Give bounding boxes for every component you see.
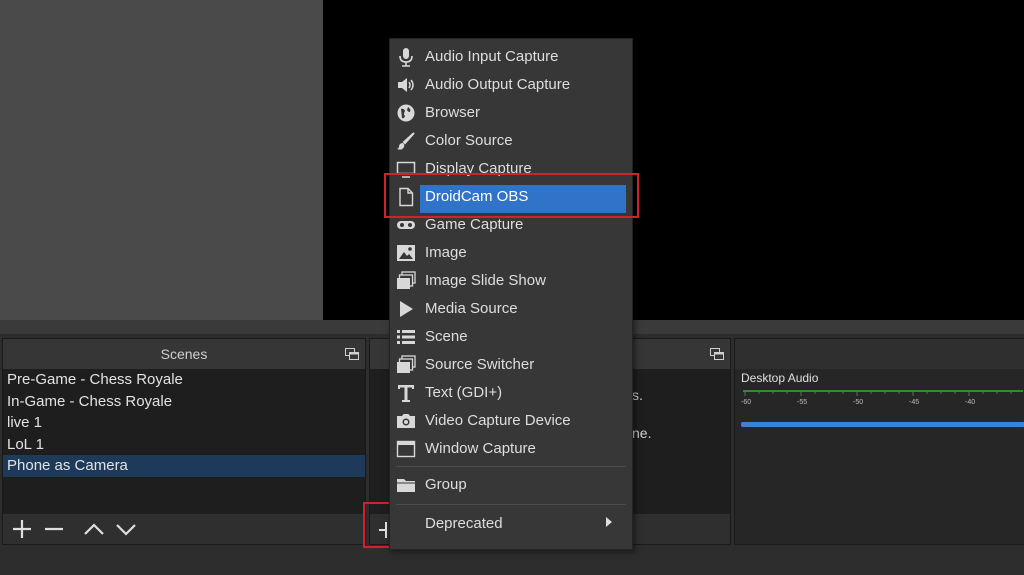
menu-item-color-source[interactable]: Color Source	[390, 127, 632, 155]
list-icon	[396, 327, 416, 347]
menu-item-label: Video Capture Device	[425, 412, 571, 429]
sources-hint-text: s.	[632, 387, 643, 403]
move-scene-up-button[interactable]	[83, 518, 105, 540]
meter-tick-label: -55	[797, 399, 808, 406]
scenes-title: Scenes	[160, 346, 208, 362]
meter-ticks	[744, 391, 1012, 396]
plus-icon	[13, 520, 31, 538]
folder-icon	[396, 475, 416, 495]
menu-item-label: Image	[425, 244, 467, 261]
camera-icon	[396, 411, 416, 431]
scenes-list[interactable]: Pre-Game - Chess Royale In-Game - Chess …	[3, 369, 365, 514]
menu-item-group[interactable]: Group	[390, 471, 632, 499]
menu-separator	[396, 504, 626, 505]
scenes-toolbar	[3, 514, 365, 544]
menu-item-label: Image Slide Show	[425, 272, 546, 289]
menu-item-audio-input-capture[interactable]: Audio Input Capture	[390, 43, 632, 71]
left-panel-area	[0, 0, 323, 320]
move-scene-down-button[interactable]	[115, 518, 137, 540]
meter-tick-label: -50	[853, 399, 864, 406]
scene-item[interactable]: In-Game - Chess Royale	[3, 391, 365, 413]
scene-item-selected[interactable]: Phone as Camera	[3, 455, 365, 477]
undock-icon[interactable]	[710, 348, 724, 360]
audio-mixer-header	[735, 339, 1024, 369]
menu-item-label: Window Capture	[425, 440, 536, 457]
scene-item[interactable]: Pre-Game - Chess Royale	[3, 369, 365, 391]
sources-hint-text: ne.	[632, 425, 652, 441]
paintbrush-icon	[396, 131, 416, 151]
menu-separator	[396, 466, 626, 467]
minus-icon	[45, 527, 63, 531]
menu-item-window-capture[interactable]: Window Capture	[390, 435, 632, 463]
menu-item-text-gdi[interactable]: Text (GDI+)	[390, 379, 632, 407]
menu-item-source-switcher[interactable]: Source Switcher	[390, 351, 632, 379]
menu-item-image[interactable]: Image	[390, 239, 632, 267]
remove-scene-button[interactable]	[43, 518, 65, 540]
audio-mixer-dock: Desktop Audio -60 -55 -50 -45 -40	[734, 338, 1024, 545]
annotation-box-droidcam	[384, 173, 639, 218]
menu-item-label: Group	[425, 476, 467, 493]
audio-track-name: Desktop Audio	[741, 371, 819, 385]
image-icon	[396, 243, 416, 263]
add-scene-button[interactable]	[11, 518, 33, 540]
scene-item[interactable]: live 1	[3, 412, 365, 434]
menu-item-image-slide-show[interactable]: Image Slide Show	[390, 267, 632, 295]
audio-mixer-body: Desktop Audio -60 -55 -50 -45 -40	[735, 369, 1024, 544]
meter-tick-label: -40	[965, 399, 976, 406]
menu-item-scene[interactable]: Scene	[390, 323, 632, 351]
scene-item[interactable]: LoL 1	[3, 434, 365, 456]
meter-tick-label: -45	[909, 399, 920, 406]
menu-item-deprecated[interactable]: Deprecated	[390, 510, 632, 538]
menu-item-browser[interactable]: Browser	[390, 99, 632, 127]
volume-slider[interactable]	[741, 422, 1024, 427]
switcher-icon	[396, 355, 416, 375]
menu-item-label: Browser	[425, 104, 481, 121]
menu-item-label: Text (GDI+)	[425, 384, 503, 401]
menu-item-label: Deprecated	[425, 515, 503, 532]
menu-item-label: Scene	[425, 328, 468, 345]
gamepad-icon	[396, 215, 416, 235]
text-icon	[396, 383, 416, 403]
menu-item-audio-output-capture[interactable]: Audio Output Capture	[390, 71, 632, 99]
undock-icon[interactable]	[345, 348, 359, 360]
down-arrow-icon	[116, 524, 136, 536]
menu-item-media-source[interactable]: Media Source	[390, 295, 632, 323]
menu-item-label: Color Source	[425, 132, 513, 149]
play-icon	[396, 299, 416, 319]
speaker-icon	[396, 75, 416, 95]
add-source-menu: Audio Input Capture Audio Output Capture…	[389, 38, 633, 550]
submenu-arrow-icon	[606, 517, 612, 527]
meter-tick-label: -60	[741, 399, 752, 406]
menu-item-label: Source Switcher	[425, 356, 535, 373]
menu-item-video-capture-device[interactable]: Video Capture Device	[390, 407, 632, 435]
window-icon	[396, 439, 416, 459]
menu-item-label: Audio Output Capture	[425, 76, 571, 93]
menu-item-label: Media Source	[425, 300, 518, 317]
globe-icon	[396, 103, 416, 123]
scenes-dock: Scenes Pre-Game - Chess Royale In-Game -…	[2, 338, 366, 545]
slideshow-icon	[396, 271, 416, 291]
menu-item-label: Audio Input Capture	[425, 48, 559, 65]
up-arrow-icon	[84, 523, 104, 535]
scenes-dock-header: Scenes	[3, 339, 365, 369]
microphone-icon	[396, 47, 416, 67]
